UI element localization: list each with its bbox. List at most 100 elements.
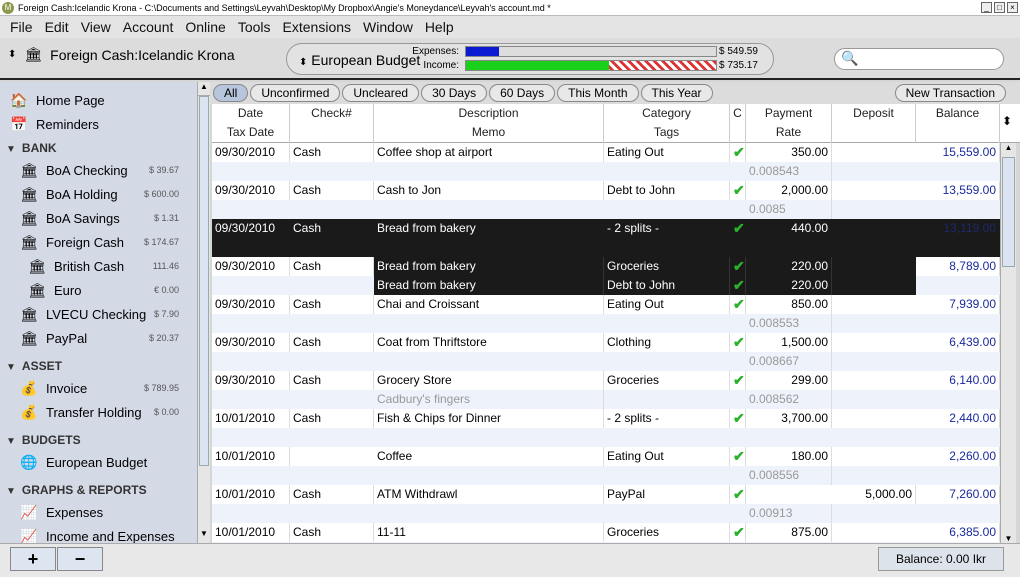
filter-this-year[interactable]: This Year [640, 84, 713, 102]
updown-arrows-icon: ⬍ [8, 49, 17, 60]
cell-pay: 180.00 [746, 447, 832, 466]
filter-all[interactable]: All [213, 84, 249, 102]
cell-desc: Bread from bakery [374, 219, 604, 238]
column-header-category[interactable]: Category Tags [604, 104, 730, 143]
expenses-amount: $ 549.59 [719, 46, 758, 57]
scroll-down-icon[interactable]: ▼ [198, 529, 210, 543]
menu-view[interactable]: View [75, 19, 117, 35]
filter-unconfirmed[interactable]: Unconfirmed [250, 84, 341, 102]
sidebar-item-expenses[interactable]: 📈 Expenses [0, 500, 197, 524]
table-row[interactable]: 09/30/2010 Cash Bread from bakery - 2 split… [212, 219, 1000, 257]
cell-desc: ATM Withdrawl [374, 485, 604, 504]
sidebar-item-paypal[interactable]: 🏛 PayPal $ 20.37 [0, 326, 197, 350]
table-row[interactable]: 09/30/2010 Cash Coffee shop at airport Eati… [212, 143, 1000, 181]
cell-bal: 15,559.00 [916, 143, 1000, 162]
column-header-check[interactable]: Check# [290, 104, 374, 143]
section-header-bank[interactable]: ▼ BANK [6, 141, 57, 155]
scroll-up-icon[interactable]: ▲ [1001, 143, 1016, 157]
split-c: ✔ [730, 276, 746, 295]
search-input[interactable]: 🔍 [834, 48, 1004, 70]
table-row[interactable]: 09/30/2010 Cash Coat from Thriftstore Cloth… [212, 333, 1000, 371]
cell-date: 10/01/2010 [212, 485, 290, 504]
menu-help[interactable]: Help [419, 19, 460, 35]
sidebar-item-invoice[interactable]: 💰 Invoice $ 789.95 [0, 376, 197, 400]
close-button[interactable]: × [1007, 2, 1018, 13]
sidebar-item-foreign-cash[interactable]: 🏛 Foreign Cash $ 174.67 [0, 230, 197, 254]
cell-c: ✔ [730, 219, 746, 238]
scroll-up-icon[interactable]: ▲ [198, 82, 210, 96]
menu-tools[interactable]: Tools [232, 19, 277, 35]
cell-pay: 0.008562 [746, 390, 832, 409]
cell-bal: 6,140.00 [916, 371, 1000, 390]
title-bar: M Foreign Cash:Icelandic Krona - C:\Docu… [0, 0, 1020, 16]
filter-60-days[interactable]: 60 Days [489, 84, 556, 102]
column-sublabel: Tax Date [226, 125, 275, 139]
menu-file[interactable]: File [4, 19, 39, 35]
scroll-down-icon[interactable]: ▼ [1001, 534, 1016, 543]
table-row[interactable]: 09/30/2010 Cash Grocery Store Groceries ✔ 299… [212, 371, 1000, 409]
triangle-down-icon[interactable]: ▼ [6, 144, 16, 155]
column-header-balance[interactable]: Balance [916, 104, 1000, 143]
sidebar-scrollbar[interactable]: ▲ ▼ [197, 82, 210, 543]
section-header-graphs-reports[interactable]: ▼ GRAPHS & REPORTS [6, 483, 147, 497]
triangle-down-icon[interactable]: ▼ [6, 486, 16, 497]
table-row[interactable]: 09/30/2010 Cash Cash to Jon Debt to John ✔ 2,… [212, 181, 1000, 219]
filter-uncleared[interactable]: Uncleared [342, 84, 420, 102]
register-scrollbar[interactable]: ▲ ▼ [1000, 143, 1016, 543]
menu-extensions[interactable]: Extensions [277, 19, 357, 35]
sidebar-item-lvecu-checking[interactable]: 🏛 LVECU Checking $ 7.90 [0, 302, 197, 326]
column-header-deposit[interactable]: Deposit [832, 104, 916, 143]
sidebar-item-euro[interactable]: 🏛 Euro € 0.00 [0, 278, 197, 302]
column-header-date[interactable]: Date Tax Date [212, 104, 290, 143]
menu-edit[interactable]: Edit [39, 19, 75, 35]
scrollbar-thumb[interactable] [199, 96, 209, 466]
sidebar-item-balance: 111.46 [152, 261, 179, 271]
sidebar-item-income-and-expenses[interactable]: 📈 Income and Expenses [0, 524, 197, 543]
cell-check: Cash [290, 181, 374, 200]
column-header-payment[interactable]: Payment Rate [746, 104, 832, 143]
column-header-description[interactable]: Description Memo [374, 104, 604, 143]
split-row[interactable]: Bread from bakery Groceries ✔ 220.00 [374, 257, 916, 276]
table-row[interactable]: 10/01/2010 Cash ATM Withdrawl PayPal ✔ 5,000.… [212, 485, 1000, 523]
sidebar-item-boa-savings[interactable]: 🏛 BoA Savings $ 1.31 [0, 206, 197, 230]
add-account-button[interactable]: + [10, 547, 56, 571]
menu-account[interactable]: Account [117, 19, 180, 35]
row-line-2: 0.008553 [212, 314, 1000, 333]
menu-online[interactable]: Online [179, 19, 231, 35]
section-header-asset[interactable]: ▼ ASSET [6, 359, 62, 373]
account-selector[interactable]: ⬍ 🏛 Foreign Cash:Icelandic Krona [8, 46, 235, 63]
sidebar-item-transfer-holding[interactable]: 💰 Transfer Holding $ 0.00 [0, 400, 197, 424]
triangle-down-icon[interactable]: ▼ [6, 436, 16, 447]
column-header-c[interactable]: C [730, 104, 746, 143]
cell-c: ✔ [730, 333, 746, 352]
remove-account-button[interactable]: − [57, 547, 103, 571]
split-row[interactable]: Bread from bakery Debt to John ✔ 220.00 [374, 276, 916, 295]
budget-widget[interactable]: ⬍ European Budget Expenses: Income: $ 54… [286, 43, 774, 75]
bank-icon: 🏛 [20, 162, 38, 178]
table-row[interactable]: 10/01/2010 Coffee Eating Out ✔ 180.00 2,260.0… [212, 447, 1000, 485]
table-row[interactable]: 10/01/2010 Cash Fish & Chips for Dinner - 2… [212, 409, 1000, 447]
menu-window[interactable]: Window [357, 19, 419, 35]
sidebar-item-reminders[interactable]: 📅 Reminders [0, 112, 197, 136]
section-header-budgets[interactable]: ▼ BUDGETS [6, 433, 81, 447]
sort-arrows-icon[interactable]: ⬍ [1002, 114, 1012, 128]
table-row[interactable]: 10/01/2010 Cash 11-11 Groceries ✔ 875.00 6,385… [212, 523, 1000, 543]
column-sublabel: Tags [653, 125, 680, 139]
table-row[interactable]: 09/30/2010 Cash 8,789.00 Bread from bakery G… [212, 257, 1000, 295]
minimize-button[interactable]: _ [981, 2, 992, 13]
sidebar-item-boa-checking[interactable]: 🏛 BoA Checking $ 39.67 [0, 158, 197, 182]
cell-check: Cash [290, 143, 374, 162]
new-transaction-button[interactable]: New Transaction [894, 84, 1006, 102]
sidebar-item-home-page[interactable]: 🏠 Home Page [0, 88, 197, 112]
sidebar-item-british-cash[interactable]: 🏛 British Cash 111.46 [0, 254, 197, 278]
scrollbar-thumb[interactable] [1002, 157, 1015, 267]
sidebar-item-boa-holding[interactable]: 🏛 BoA Holding $ 600.00 [0, 182, 197, 206]
column-label: C [733, 106, 742, 120]
triangle-down-icon[interactable]: ▼ [6, 362, 16, 373]
table-row[interactable]: 09/30/2010 Cash Chai and Croissant Eating O… [212, 295, 1000, 333]
filter-this-month[interactable]: This Month [557, 84, 639, 102]
filter-30-days[interactable]: 30 Days [421, 84, 488, 102]
sidebar-item-european-budget[interactable]: 🌐 European Budget [0, 450, 197, 474]
maximize-button[interactable]: □ [994, 2, 1005, 13]
cell-check: Cash [290, 257, 374, 276]
